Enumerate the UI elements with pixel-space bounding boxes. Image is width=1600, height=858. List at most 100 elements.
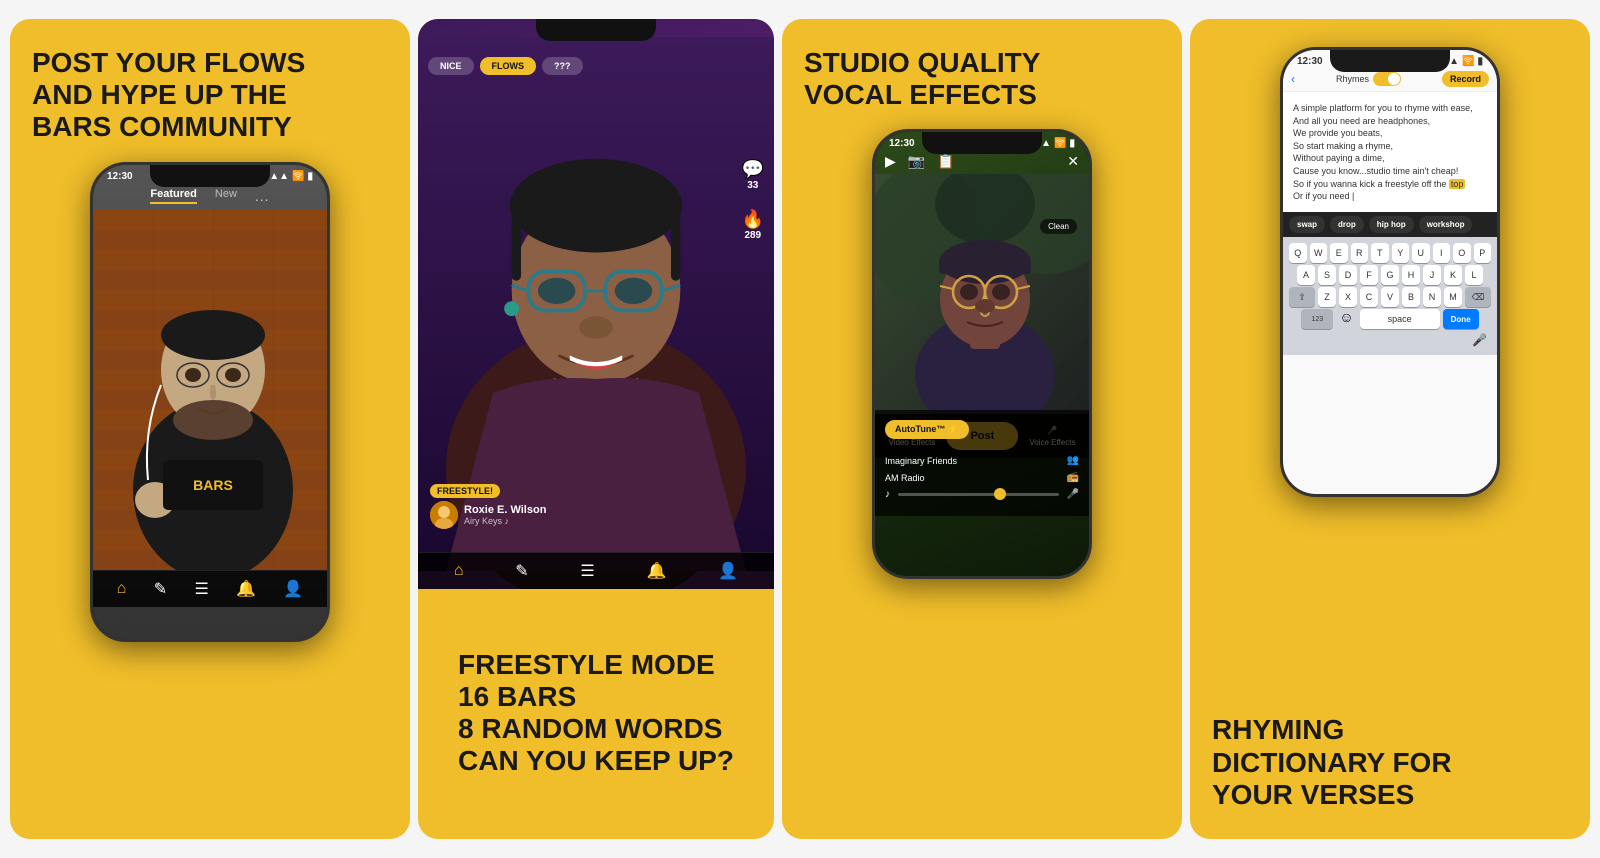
home-icon[interactable]: ⌂: [117, 580, 127, 598]
key-t[interactable]: T: [1371, 243, 1389, 263]
new-tab[interactable]: New: [215, 188, 237, 204]
bottom-nav-1: ⌂ ✎ ☰ 🔔 👤: [93, 570, 327, 607]
volume-slider[interactable]: [898, 493, 1059, 496]
file-icon[interactable]: 📋: [937, 153, 954, 170]
featured-tab[interactable]: Featured: [150, 188, 196, 204]
wifi-4: 🛜: [1462, 56, 1474, 67]
lyric-line7: So if you wanna kick a freestyle off the…: [1293, 179, 1465, 189]
key-c[interactable]: C: [1360, 287, 1378, 307]
shift-key[interactable]: ⇧: [1289, 287, 1315, 307]
tag-hiphop[interactable]: hip hop: [1369, 216, 1414, 233]
key-f[interactable]: F: [1360, 265, 1378, 285]
delete-key[interactable]: ⌫: [1465, 287, 1491, 307]
lyric-line3: We provide you beats,: [1293, 128, 1382, 138]
key-h[interactable]: H: [1402, 265, 1420, 285]
card3-person: [875, 174, 1089, 414]
keyboard-mic-icon[interactable]: 🎤: [1472, 333, 1487, 349]
card4-title: RHYMING DICTIONARY FOR YOUR VERSES: [1212, 714, 1452, 811]
key-s[interactable]: S: [1318, 265, 1336, 285]
key-v[interactable]: V: [1381, 287, 1399, 307]
tag-pills-row: swap drop hip hop workshop: [1283, 212, 1497, 237]
card1-screen: 12:30 ▲▲▲ 🛜 ▮ Featured New ...: [93, 165, 327, 639]
keyboard-row-4: 123 ☺ space Done: [1289, 309, 1491, 329]
bottom-nav-2: ⌂ ✎ ☰ 🔔 👤: [418, 552, 774, 589]
fire-number: 289: [744, 230, 761, 241]
key-n[interactable]: N: [1423, 287, 1441, 307]
phone-notch-4: [1330, 50, 1450, 72]
key-b[interactable]: B: [1402, 287, 1420, 307]
key-o[interactable]: O: [1453, 243, 1471, 263]
profile-icon[interactable]: 👤: [283, 579, 303, 599]
key-d[interactable]: D: [1339, 265, 1357, 285]
app-container: POST YOUR FLOWS AND HYPE UP THE BARS COM…: [10, 19, 1590, 839]
key-e[interactable]: E: [1330, 243, 1348, 263]
edit-icon[interactable]: ✎: [154, 579, 167, 599]
key-a[interactable]: A: [1297, 265, 1315, 285]
record-button[interactable]: Record: [1442, 71, 1489, 87]
home-icon-2[interactable]: ⌂: [454, 562, 464, 580]
card2-video: NICE FLOWS ??? 💬 33 🔥 289 FREESTYLE!: [418, 19, 774, 589]
radio-icon: 📻: [1067, 472, 1079, 483]
tab-flows[interactable]: FLOWS: [480, 57, 537, 75]
user-info-section: FREESTYLE! Roxie E. Wilson: [430, 481, 546, 529]
bell-icon[interactable]: 🔔: [236, 579, 256, 599]
effect-row-1: Imaginary Friends 👥: [885, 455, 1079, 466]
username: Roxie E. Wilson: [464, 504, 546, 516]
rhymes-label: Rhymes: [1336, 74, 1369, 84]
key-m[interactable]: M: [1444, 287, 1462, 307]
key-u[interactable]: U: [1412, 243, 1430, 263]
num-key[interactable]: 123: [1301, 309, 1333, 329]
play-icon[interactable]: ▶: [885, 153, 896, 170]
key-j[interactable]: J: [1423, 265, 1441, 285]
back-button[interactable]: ‹: [1291, 72, 1295, 86]
document-icon-2[interactable]: ☰: [580, 561, 594, 581]
tag-swap[interactable]: swap: [1289, 216, 1325, 233]
phone-notch: [150, 165, 270, 187]
bell-icon-2[interactable]: 🔔: [646, 561, 666, 581]
key-x[interactable]: X: [1339, 287, 1357, 307]
key-y[interactable]: Y: [1392, 243, 1410, 263]
card3-title: STUDIO QUALITY VOCAL EFFECTS: [804, 47, 1040, 111]
close-icon[interactable]: ✕: [1067, 153, 1079, 170]
avatar: [430, 501, 458, 529]
done-key[interactable]: Done: [1443, 309, 1479, 329]
tag-workshop[interactable]: workshop: [1419, 216, 1473, 233]
user-text: Roxie E. Wilson Airy Keys ♪: [464, 504, 546, 526]
key-p[interactable]: P: [1474, 243, 1492, 263]
tag-drop[interactable]: drop: [1330, 216, 1364, 233]
comment-number: 33: [747, 180, 758, 191]
key-l[interactable]: L: [1465, 265, 1483, 285]
lyric-text-area[interactable]: A simple platform for you to rhyme with …: [1283, 92, 1497, 212]
lyric-line4: So start making a rhyme,: [1293, 141, 1393, 151]
key-g[interactable]: G: [1381, 265, 1399, 285]
autotune-badge[interactable]: AutoTune™ ⚡: [885, 420, 969, 439]
key-z[interactable]: Z: [1318, 287, 1336, 307]
card2-title: FREESTYLE MODE 16 BARS 8 RANDOM WORDS CA…: [458, 649, 734, 778]
toggle-switch[interactable]: [1373, 72, 1401, 86]
lyric-line5: Without paying a dime,: [1293, 153, 1385, 163]
keyboard-row-3: ⇧ Z X C V B N M ⌫: [1289, 287, 1491, 307]
card1-title: POST YOUR FLOWS AND HYPE UP THE BARS COM…: [32, 47, 305, 144]
key-r[interactable]: R: [1351, 243, 1369, 263]
profile-icon-2[interactable]: 👤: [718, 561, 738, 581]
group-icon: 👥: [1067, 455, 1079, 466]
key-q[interactable]: Q: [1289, 243, 1307, 263]
person-photo: BARS: [93, 210, 327, 570]
card3-screen: 12:30 ▲▲▲ 🛜 ▮ ▶ 📷 📋 ✕: [875, 132, 1089, 576]
fire-count: 🔥 289: [742, 209, 764, 241]
wifi-icon-3: 🛜: [1054, 138, 1066, 149]
document-icon[interactable]: ☰: [194, 579, 208, 599]
emoji-icon[interactable]: ☺: [1339, 309, 1353, 329]
key-k[interactable]: K: [1444, 265, 1462, 285]
tab-nice[interactable]: NICE: [428, 57, 474, 75]
edit-icon-2[interactable]: ✎: [515, 561, 528, 581]
freestyle-badge: FREESTYLE!: [430, 484, 500, 498]
space-key[interactable]: space: [1360, 309, 1440, 329]
tab-question[interactable]: ???: [542, 57, 583, 75]
key-i[interactable]: I: [1433, 243, 1451, 263]
rhymes-toggle: Rhymes: [1336, 72, 1401, 86]
camera-icon[interactable]: 📷: [908, 153, 925, 170]
mic-icon: 🎤: [1067, 489, 1079, 500]
key-w[interactable]: W: [1310, 243, 1328, 263]
dots-menu[interactable]: ...: [255, 188, 270, 204]
